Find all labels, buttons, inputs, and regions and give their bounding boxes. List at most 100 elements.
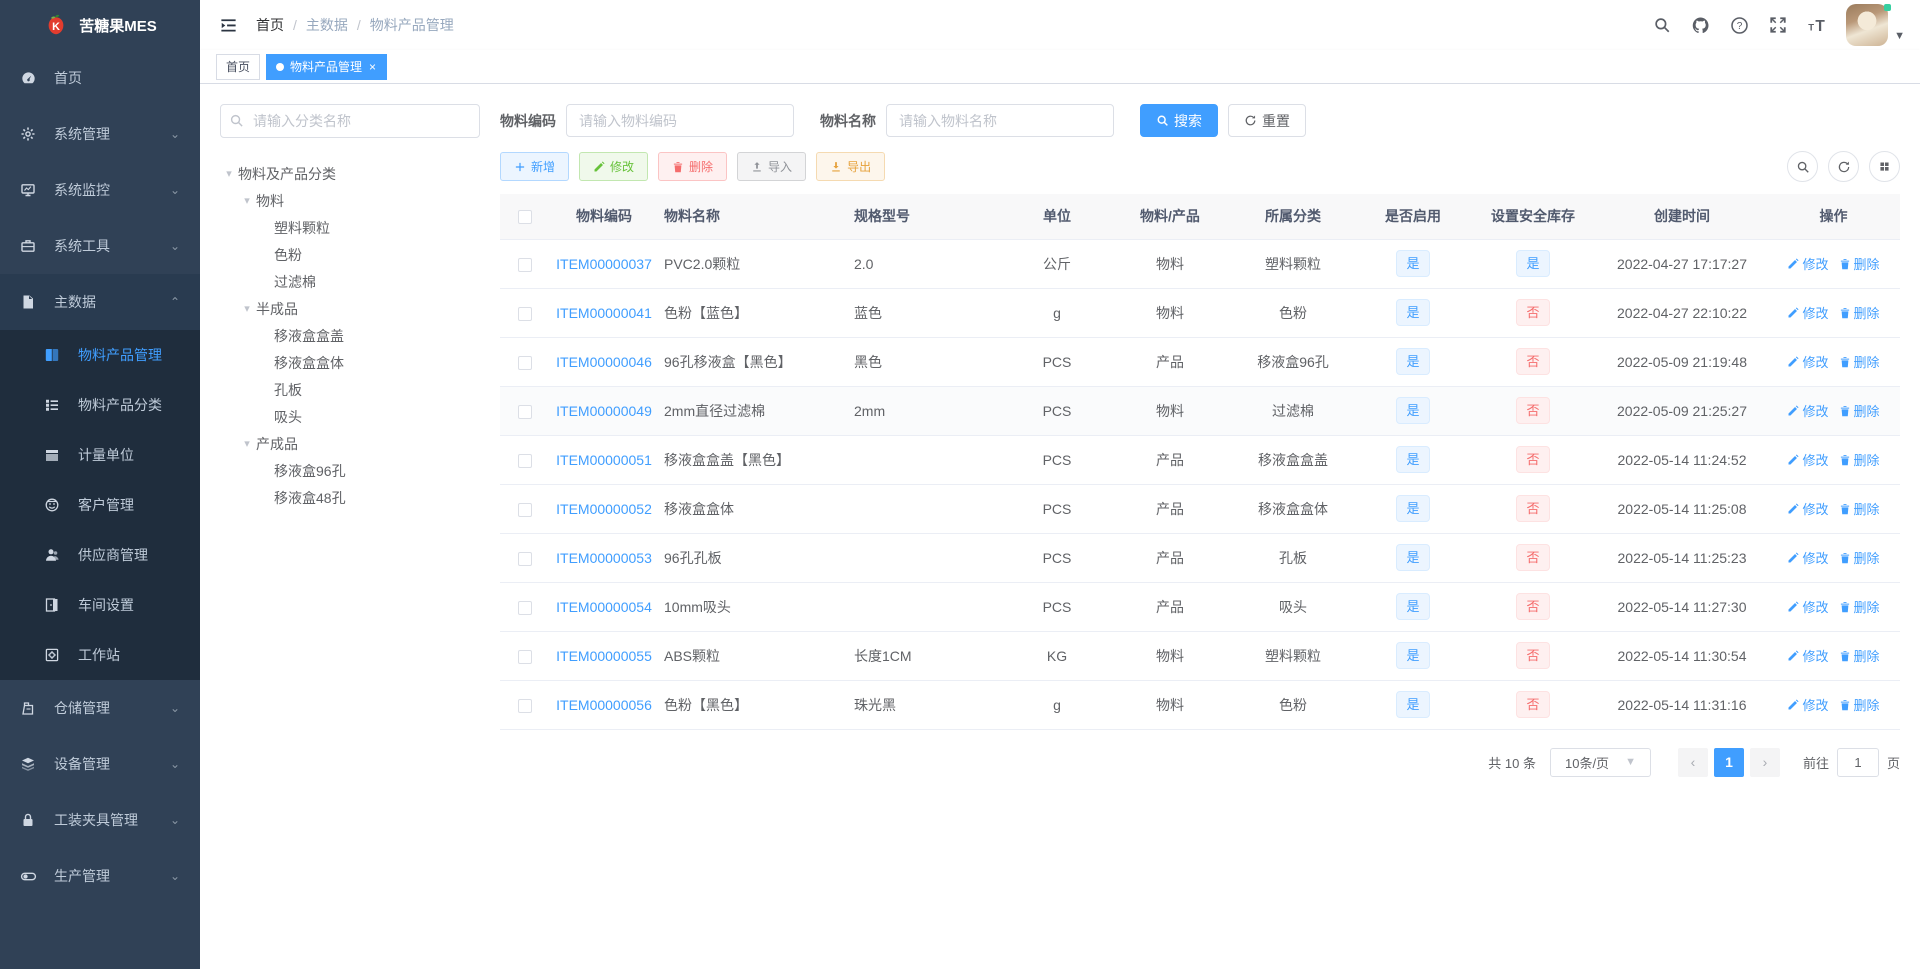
material-code-link[interactable]: ITEM00000053 — [556, 550, 652, 566]
row-edit-button[interactable]: 修改 — [1787, 352, 1829, 371]
tree-node-移液盒96孔[interactable]: 移液盒96孔 — [220, 457, 480, 484]
material-code-link[interactable]: ITEM00000037 — [556, 256, 652, 272]
close-icon[interactable]: × — [368, 61, 377, 73]
material-name-input[interactable] — [886, 104, 1114, 137]
row-delete-button[interactable]: 删除 — [1839, 254, 1880, 273]
row-edit-button[interactable]: 修改 — [1787, 401, 1829, 420]
tree-node-移液盒盒体[interactable]: 移液盒盒体 — [220, 349, 480, 376]
row-edit-button[interactable]: 修改 — [1787, 548, 1829, 567]
tree-node-孔板[interactable]: 孔板 — [220, 376, 480, 403]
goto-page-input[interactable] — [1836, 747, 1879, 777]
import-button[interactable]: 导入 — [737, 152, 807, 181]
tree-node-半成品[interactable]: ▾ 半成品 — [220, 295, 480, 322]
row-checkbox[interactable] — [518, 502, 532, 517]
tab-物料产品管理[interactable]: 物料产品管理 × — [266, 53, 388, 80]
breadcrumb-masterdata[interactable]: 主数据 — [306, 15, 348, 35]
sidebar-item-系统工具[interactable]: 系统工具 ⌄ — [0, 218, 200, 274]
tree-node-色粉[interactable]: 色粉 — [220, 241, 480, 268]
row-delete-button[interactable]: 删除 — [1839, 597, 1880, 616]
material-code-link[interactable]: ITEM00000054 — [556, 599, 652, 615]
row-edit-button[interactable]: 修改 — [1787, 695, 1829, 714]
tree-expand-icon[interactable]: ▾ — [220, 167, 238, 180]
column-settings-icon[interactable] — [1869, 151, 1900, 182]
sidebar-item-计量单位[interactable]: 计量单位 — [0, 430, 200, 480]
row-edit-button[interactable]: 修改 — [1787, 646, 1829, 665]
sidebar-item-供应商管理[interactable]: 供应商管理 — [0, 530, 200, 580]
sidebar-item-工作站[interactable]: 工作站 — [0, 630, 200, 680]
row-edit-button[interactable]: 修改 — [1787, 254, 1829, 273]
material-code-link[interactable]: ITEM00000049 — [556, 403, 652, 419]
page-number-button[interactable]: 1 — [1713, 747, 1744, 777]
row-checkbox[interactable] — [518, 600, 532, 615]
material-code-link[interactable]: ITEM00000051 — [556, 452, 652, 468]
tree-node-过滤棉[interactable]: 过滤棉 — [220, 268, 480, 295]
tree-node-物料[interactable]: ▾ 物料 — [220, 187, 480, 214]
breadcrumb-home[interactable]: 首页 — [256, 15, 284, 35]
tree-expand-icon[interactable]: ▾ — [238, 437, 256, 450]
row-delete-button[interactable]: 删除 — [1839, 646, 1880, 665]
row-delete-button[interactable]: 删除 — [1839, 303, 1880, 322]
row-checkbox[interactable] — [518, 698, 532, 713]
github-icon[interactable] — [1691, 16, 1710, 35]
row-delete-button[interactable]: 删除 — [1839, 499, 1880, 518]
row-delete-button[interactable]: 删除 — [1839, 548, 1880, 567]
tree-expand-icon[interactable]: ▾ — [238, 302, 256, 315]
row-checkbox[interactable] — [518, 404, 532, 419]
font-size-icon[interactable]: TT — [1807, 16, 1826, 35]
sidebar-item-物料产品管理[interactable]: 物料产品管理 — [0, 330, 200, 380]
material-code-link[interactable]: ITEM00000046 — [556, 354, 652, 370]
tree-node-移液盒48孔[interactable]: 移液盒48孔 — [220, 484, 480, 511]
tree-node-产成品[interactable]: ▾ 产成品 — [220, 430, 480, 457]
add-button[interactable]: 新增 — [500, 152, 570, 181]
row-delete-button[interactable]: 删除 — [1839, 352, 1880, 371]
material-code-link[interactable]: ITEM00000041 — [556, 305, 652, 321]
app-logo[interactable]: K 苦糖果MES — [0, 0, 200, 50]
sidebar-item-客户管理[interactable]: 客户管理 — [0, 480, 200, 530]
row-checkbox[interactable] — [518, 355, 532, 370]
row-checkbox[interactable] — [518, 551, 532, 566]
row-edit-button[interactable]: 修改 — [1787, 303, 1829, 322]
refresh-icon[interactable] — [1828, 151, 1859, 182]
sidebar-item-工装夹具管理[interactable]: 工装夹具管理 ⌄ — [0, 792, 200, 848]
avatar[interactable] — [1846, 4, 1889, 46]
sidebar-item-系统监控[interactable]: 系统监控 ⌄ — [0, 162, 200, 218]
row-edit-button[interactable]: 修改 — [1787, 499, 1829, 518]
tree-expand-icon[interactable]: ▾ — [238, 194, 256, 207]
row-checkbox[interactable] — [518, 453, 532, 468]
sidebar-item-仓储管理[interactable]: 仓储管理 ⌄ — [0, 680, 200, 736]
sidebar-toggle-icon[interactable] — [215, 16, 242, 35]
sidebar-item-车间设置[interactable]: 车间设置 — [0, 580, 200, 630]
tree-node-移液盒盒盖[interactable]: 移液盒盒盖 — [220, 322, 480, 349]
next-page-button[interactable]: › — [1749, 747, 1780, 777]
toggle-search-icon[interactable] — [1787, 151, 1818, 182]
search-icon[interactable] — [1653, 16, 1671, 34]
tab-首页[interactable]: 首页 — [216, 53, 261, 80]
sidebar-item-系统管理[interactable]: 系统管理 ⌄ — [0, 106, 200, 162]
row-edit-button[interactable]: 修改 — [1787, 597, 1829, 616]
user-menu[interactable]: ▼ — [1846, 4, 1905, 46]
select-all-checkbox[interactable] — [518, 210, 532, 225]
sidebar-item-生产管理[interactable]: 生产管理 ⌄ — [0, 848, 200, 904]
material-code-link[interactable]: ITEM00000056 — [556, 697, 652, 713]
row-checkbox[interactable] — [518, 257, 532, 272]
row-checkbox[interactable] — [518, 649, 532, 664]
edit-button[interactable]: 修改 — [579, 152, 649, 181]
fullscreen-icon[interactable] — [1769, 16, 1787, 34]
tree-node-物料及产品分类[interactable]: ▾ 物料及产品分类 — [220, 160, 480, 187]
sidebar-item-主数据[interactable]: 主数据 ⌃ — [0, 274, 200, 330]
delete-button[interactable]: 删除 — [658, 152, 728, 181]
tree-node-吸头[interactable]: 吸头 — [220, 403, 480, 430]
help-icon[interactable]: ? — [1730, 16, 1749, 35]
material-code-input[interactable] — [566, 104, 794, 137]
material-code-link[interactable]: ITEM00000055 — [556, 648, 652, 664]
category-search-input[interactable] — [220, 104, 480, 138]
search-button[interactable]: 搜索 — [1140, 104, 1218, 137]
sidebar-item-首页[interactable]: 首页 — [0, 50, 200, 106]
row-delete-button[interactable]: 删除 — [1839, 450, 1880, 469]
sidebar-item-设备管理[interactable]: 设备管理 ⌄ — [0, 736, 200, 792]
export-button[interactable]: 导出 — [816, 152, 886, 181]
row-delete-button[interactable]: 删除 — [1839, 695, 1880, 714]
row-delete-button[interactable]: 删除 — [1839, 401, 1880, 420]
prev-page-button[interactable]: ‹ — [1677, 747, 1708, 777]
material-code-link[interactable]: ITEM00000052 — [556, 501, 652, 517]
